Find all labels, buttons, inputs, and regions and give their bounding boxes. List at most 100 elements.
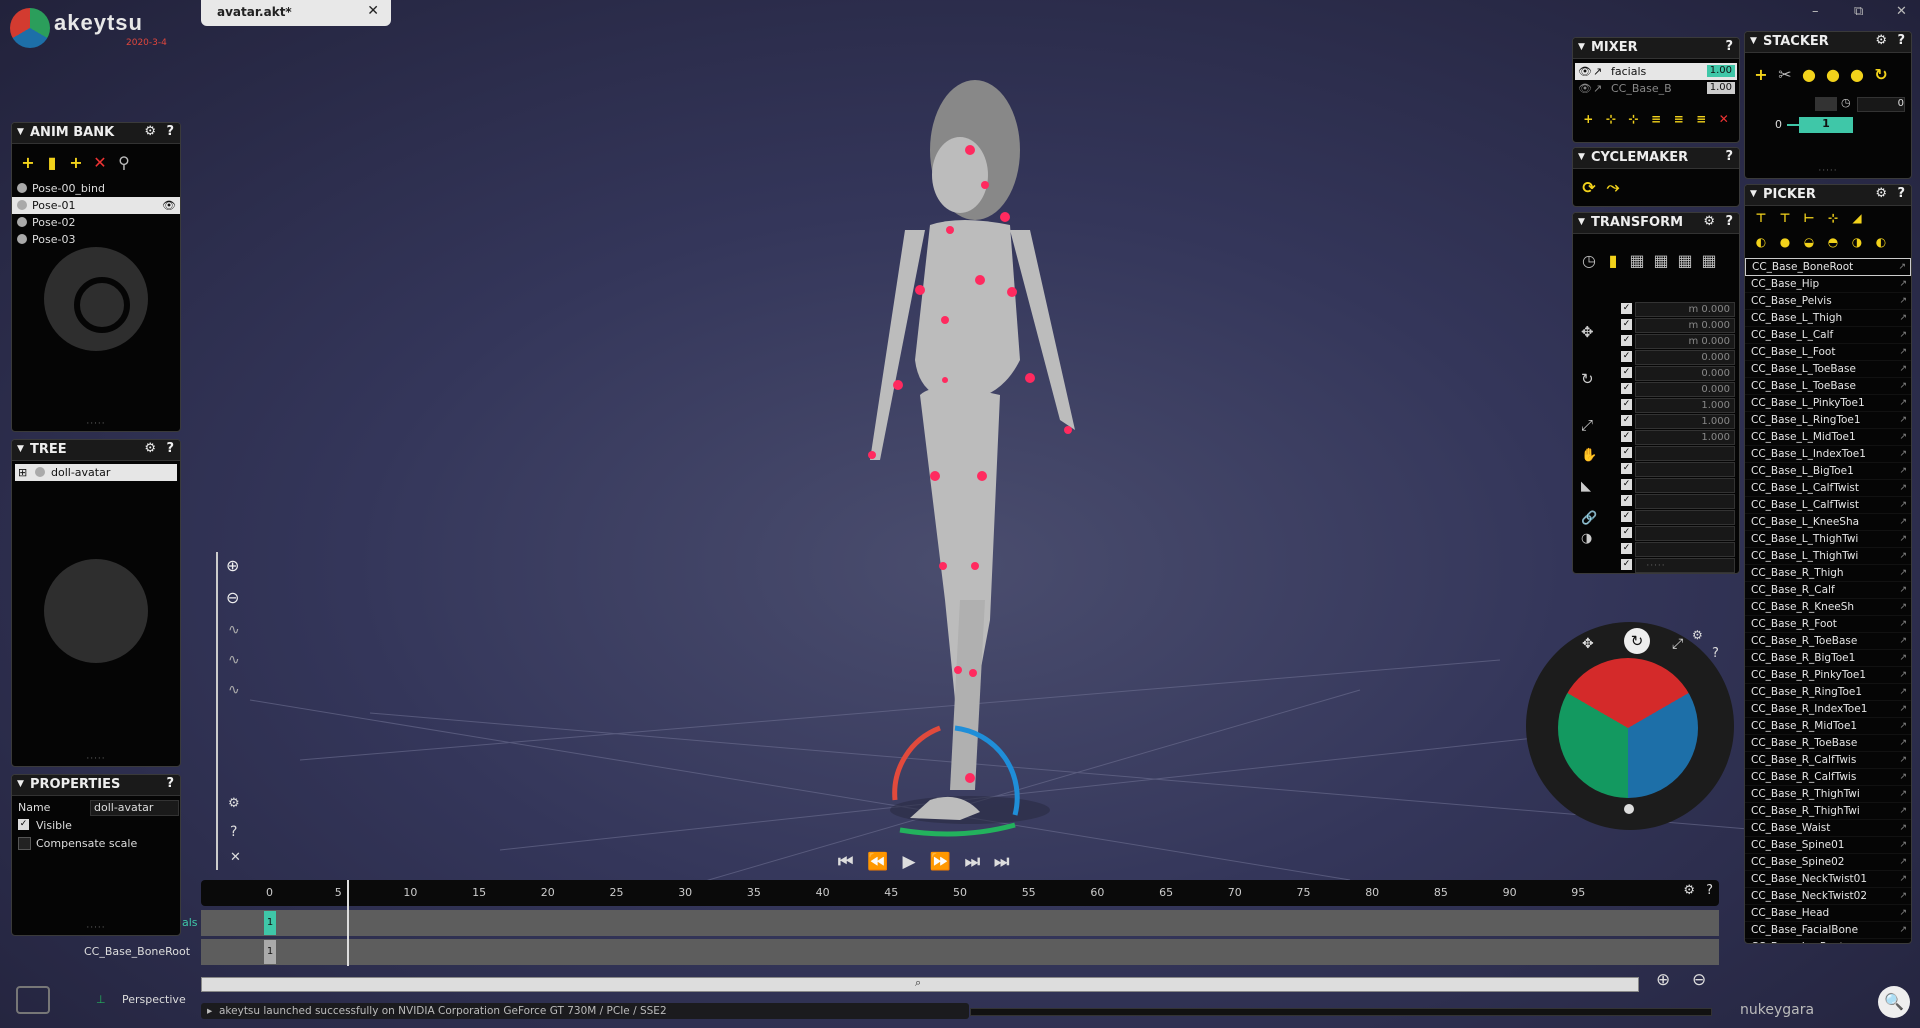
channel-checkbox[interactable]: ✓ (1621, 319, 1632, 330)
bone-item[interactable]: CC_Base_JawRoot (1745, 939, 1911, 943)
pick-tool-icon[interactable]: ⊤ (1751, 208, 1771, 228)
bone-item[interactable]: CC_Base_NeckTwist02 (1745, 888, 1911, 905)
cycle-icon[interactable]: ⟳ (1579, 177, 1599, 197)
bone-item[interactable]: CC_Base_L_IndexToe1 (1745, 446, 1911, 463)
transform-value-field[interactable]: m 0.000 (1635, 302, 1735, 317)
collapse-triangle-icon[interactable]: ▼ (1578, 152, 1585, 162)
transform-value-field[interactable] (1635, 478, 1735, 493)
bone-item[interactable]: CC_Base_L_ThighTwi (1745, 531, 1911, 548)
key-eye-icon[interactable]: ● (1823, 64, 1843, 84)
pick-tool-icon[interactable]: ⊤ (1775, 208, 1795, 228)
transform-value-field[interactable] (1635, 526, 1735, 541)
timeline-ruler[interactable]: 0 5 10 15 20 25 30 35 40 45 50 55 60 65 70 75 80 85 90 95 ⚙… (201, 880, 1719, 906)
help-icon[interactable]: ? (1897, 33, 1905, 48)
resize-grip[interactable]: ····· (1646, 561, 1665, 571)
bone-item[interactable]: CC_Base_R_ToeBase (1745, 735, 1911, 752)
bone-item[interactable]: CC_Base_R_Foot (1745, 616, 1911, 633)
zoom-reset-icon[interactable]: ⊖ (1692, 970, 1706, 990)
camera-mode-label[interactable]: Perspective (122, 993, 186, 1006)
zoom-icon[interactable]: ⊕ (1656, 970, 1670, 990)
help-icon[interactable]: ? (1725, 149, 1733, 164)
axis-selector-icon[interactable] (1558, 658, 1698, 798)
add-layer-icon[interactable]: + (1751, 64, 1771, 84)
rotate-mode-icon[interactable]: ↻ (1624, 628, 1650, 654)
filter-icon[interactable]: ● (1775, 232, 1795, 252)
keyframe[interactable]: 1 (264, 911, 276, 935)
bone-item[interactable]: CC_Base_L_Foot (1745, 344, 1911, 361)
timeline-track-facials[interactable]: 1 (201, 910, 1719, 936)
bone-item[interactable]: CC_Base_Hip (1745, 276, 1911, 293)
stacker-header[interactable]: ▼ STACKER ⚙ ? (1745, 32, 1911, 53)
go-end-icon[interactable]: ⏭ (994, 852, 1009, 874)
gear-icon[interactable]: ⚙ (1875, 33, 1887, 48)
space-icon[interactable]: ▦ (1651, 250, 1671, 270)
transform-value-field[interactable] (1635, 510, 1735, 525)
play-icon[interactable]: ▶ (902, 852, 915, 874)
rotate-gizmo-y[interactable] (899, 822, 1016, 837)
collapse-triangle-icon[interactable]: ▼ (1750, 36, 1757, 46)
space-icon[interactable]: ▦ (1699, 250, 1719, 270)
transform-value-field[interactable]: 1.000 (1635, 398, 1735, 413)
transform-header[interactable]: ▼ TRANSFORM ⚙ ? (1573, 213, 1739, 234)
space-icon[interactable]: ◷ (1579, 250, 1599, 270)
stacker-layer-block[interactable]: 1 (1799, 117, 1853, 133)
gear-icon[interactable]: ⚙ (1692, 628, 1703, 642)
filter-icon[interactable]: ◐ (1751, 232, 1771, 252)
help-icon[interactable]: ? (1706, 883, 1713, 898)
bone-item[interactable]: CC_Base_L_MidToe1 (1745, 429, 1911, 446)
transform-value-field[interactable]: 0.000 (1635, 366, 1735, 381)
bone-item[interactable]: CC_Base_Head (1745, 905, 1911, 922)
mixer-layer-icon[interactable]: ≡ (1692, 109, 1711, 129)
stacker-offset-field[interactable]: 0 (1857, 97, 1905, 112)
bone-item[interactable]: CC_Base_Spine02 (1745, 854, 1911, 871)
help-icon[interactable]: ? (1897, 186, 1905, 201)
keyframe[interactable]: 1 (264, 940, 276, 964)
space-icon[interactable]: ▦ (1627, 250, 1647, 270)
timeline-scrollbar[interactable]: ⌕ (201, 976, 1639, 992)
transform-value-field[interactable]: 0.000 (1635, 382, 1735, 397)
bone-item[interactable]: CC_Base_Spine01 (1745, 837, 1911, 854)
filter-icon[interactable]: ◒ (1799, 232, 1819, 252)
bone-item[interactable]: CC_Base_R_MidToe1 (1745, 718, 1911, 735)
bone-item[interactable]: CC_Base_L_CalfTwist (1745, 497, 1911, 514)
bone-item[interactable]: CC_Base_L_RingToe1 (1745, 412, 1911, 429)
bone-item[interactable]: CC_Base_R_CalfTwis (1745, 769, 1911, 786)
gear-icon[interactable]: ⚙ (1683, 883, 1695, 898)
transform-value-field[interactable] (1635, 462, 1735, 477)
time-cursor[interactable] (347, 880, 349, 966)
mixer-tool-icon[interactable]: ⊹ (1624, 109, 1643, 129)
channel-checkbox[interactable]: ✓ (1621, 383, 1632, 394)
bone-item[interactable]: CC_Base_L_CalfTwist (1745, 480, 1911, 497)
bone-item[interactable]: CC_Base_L_ThighTwi (1745, 548, 1911, 565)
transform-value-field[interactable]: 0.000 (1635, 350, 1735, 365)
bone-item[interactable]: CC_Base_L_BigToe1 (1745, 463, 1911, 480)
mixer-header[interactable]: ▼ MIXER ? (1573, 38, 1739, 59)
gizmo-size-slider[interactable] (1624, 804, 1634, 814)
next-key-icon[interactable]: ⏩ (930, 852, 951, 874)
timeline-track-boneroot[interactable]: 1 (201, 939, 1719, 965)
scale-mode-icon[interactable]: ⤢ (1672, 636, 1683, 652)
transform-value-field[interactable] (1635, 494, 1735, 509)
search-icon[interactable]: 🔍 (1878, 986, 1910, 1018)
bone-item[interactable]: CC_Base_R_Thigh (1745, 565, 1911, 582)
mixer-weight-field[interactable]: 1.00 (1706, 65, 1735, 77)
bone-item[interactable]: CC_Base_R_ThighTwi (1745, 786, 1911, 803)
transform-value-field[interactable]: m 0.000 (1635, 318, 1735, 333)
channel-checkbox[interactable]: ✓ (1621, 351, 1632, 362)
collapse-triangle-icon[interactable]: ▼ (1578, 217, 1585, 227)
mixer-layer-icon[interactable]: ≡ (1669, 109, 1688, 129)
transform-value-field[interactable]: m 0.000 (1635, 334, 1735, 349)
bone-item[interactable]: CC_Base_R_CalfTwis (1745, 752, 1911, 769)
key-eye-icon[interactable]: ● (1847, 64, 1867, 84)
bone-item[interactable]: CC_Base_BoneRoot (1745, 258, 1911, 276)
filter-icon[interactable]: ◓ (1823, 232, 1843, 252)
bone-item[interactable]: CC_Base_R_ToeBase (1745, 633, 1911, 650)
picker-header[interactable]: ▼ PICKER ⚙ ? (1745, 185, 1911, 206)
layout-toggle-icon[interactable] (16, 986, 50, 1014)
cyclemaker-header[interactable]: ▼ CYCLEMAKER ? (1573, 148, 1739, 169)
channel-checkbox[interactable]: ✓ (1621, 367, 1632, 378)
channel-checkbox[interactable]: ✓ (1621, 431, 1632, 442)
transform-value-field[interactable]: 1.000 (1635, 430, 1735, 445)
collapse-triangle-icon[interactable]: ▼ (1750, 189, 1757, 199)
eye-icon[interactable]: 👁 (1578, 80, 1592, 97)
